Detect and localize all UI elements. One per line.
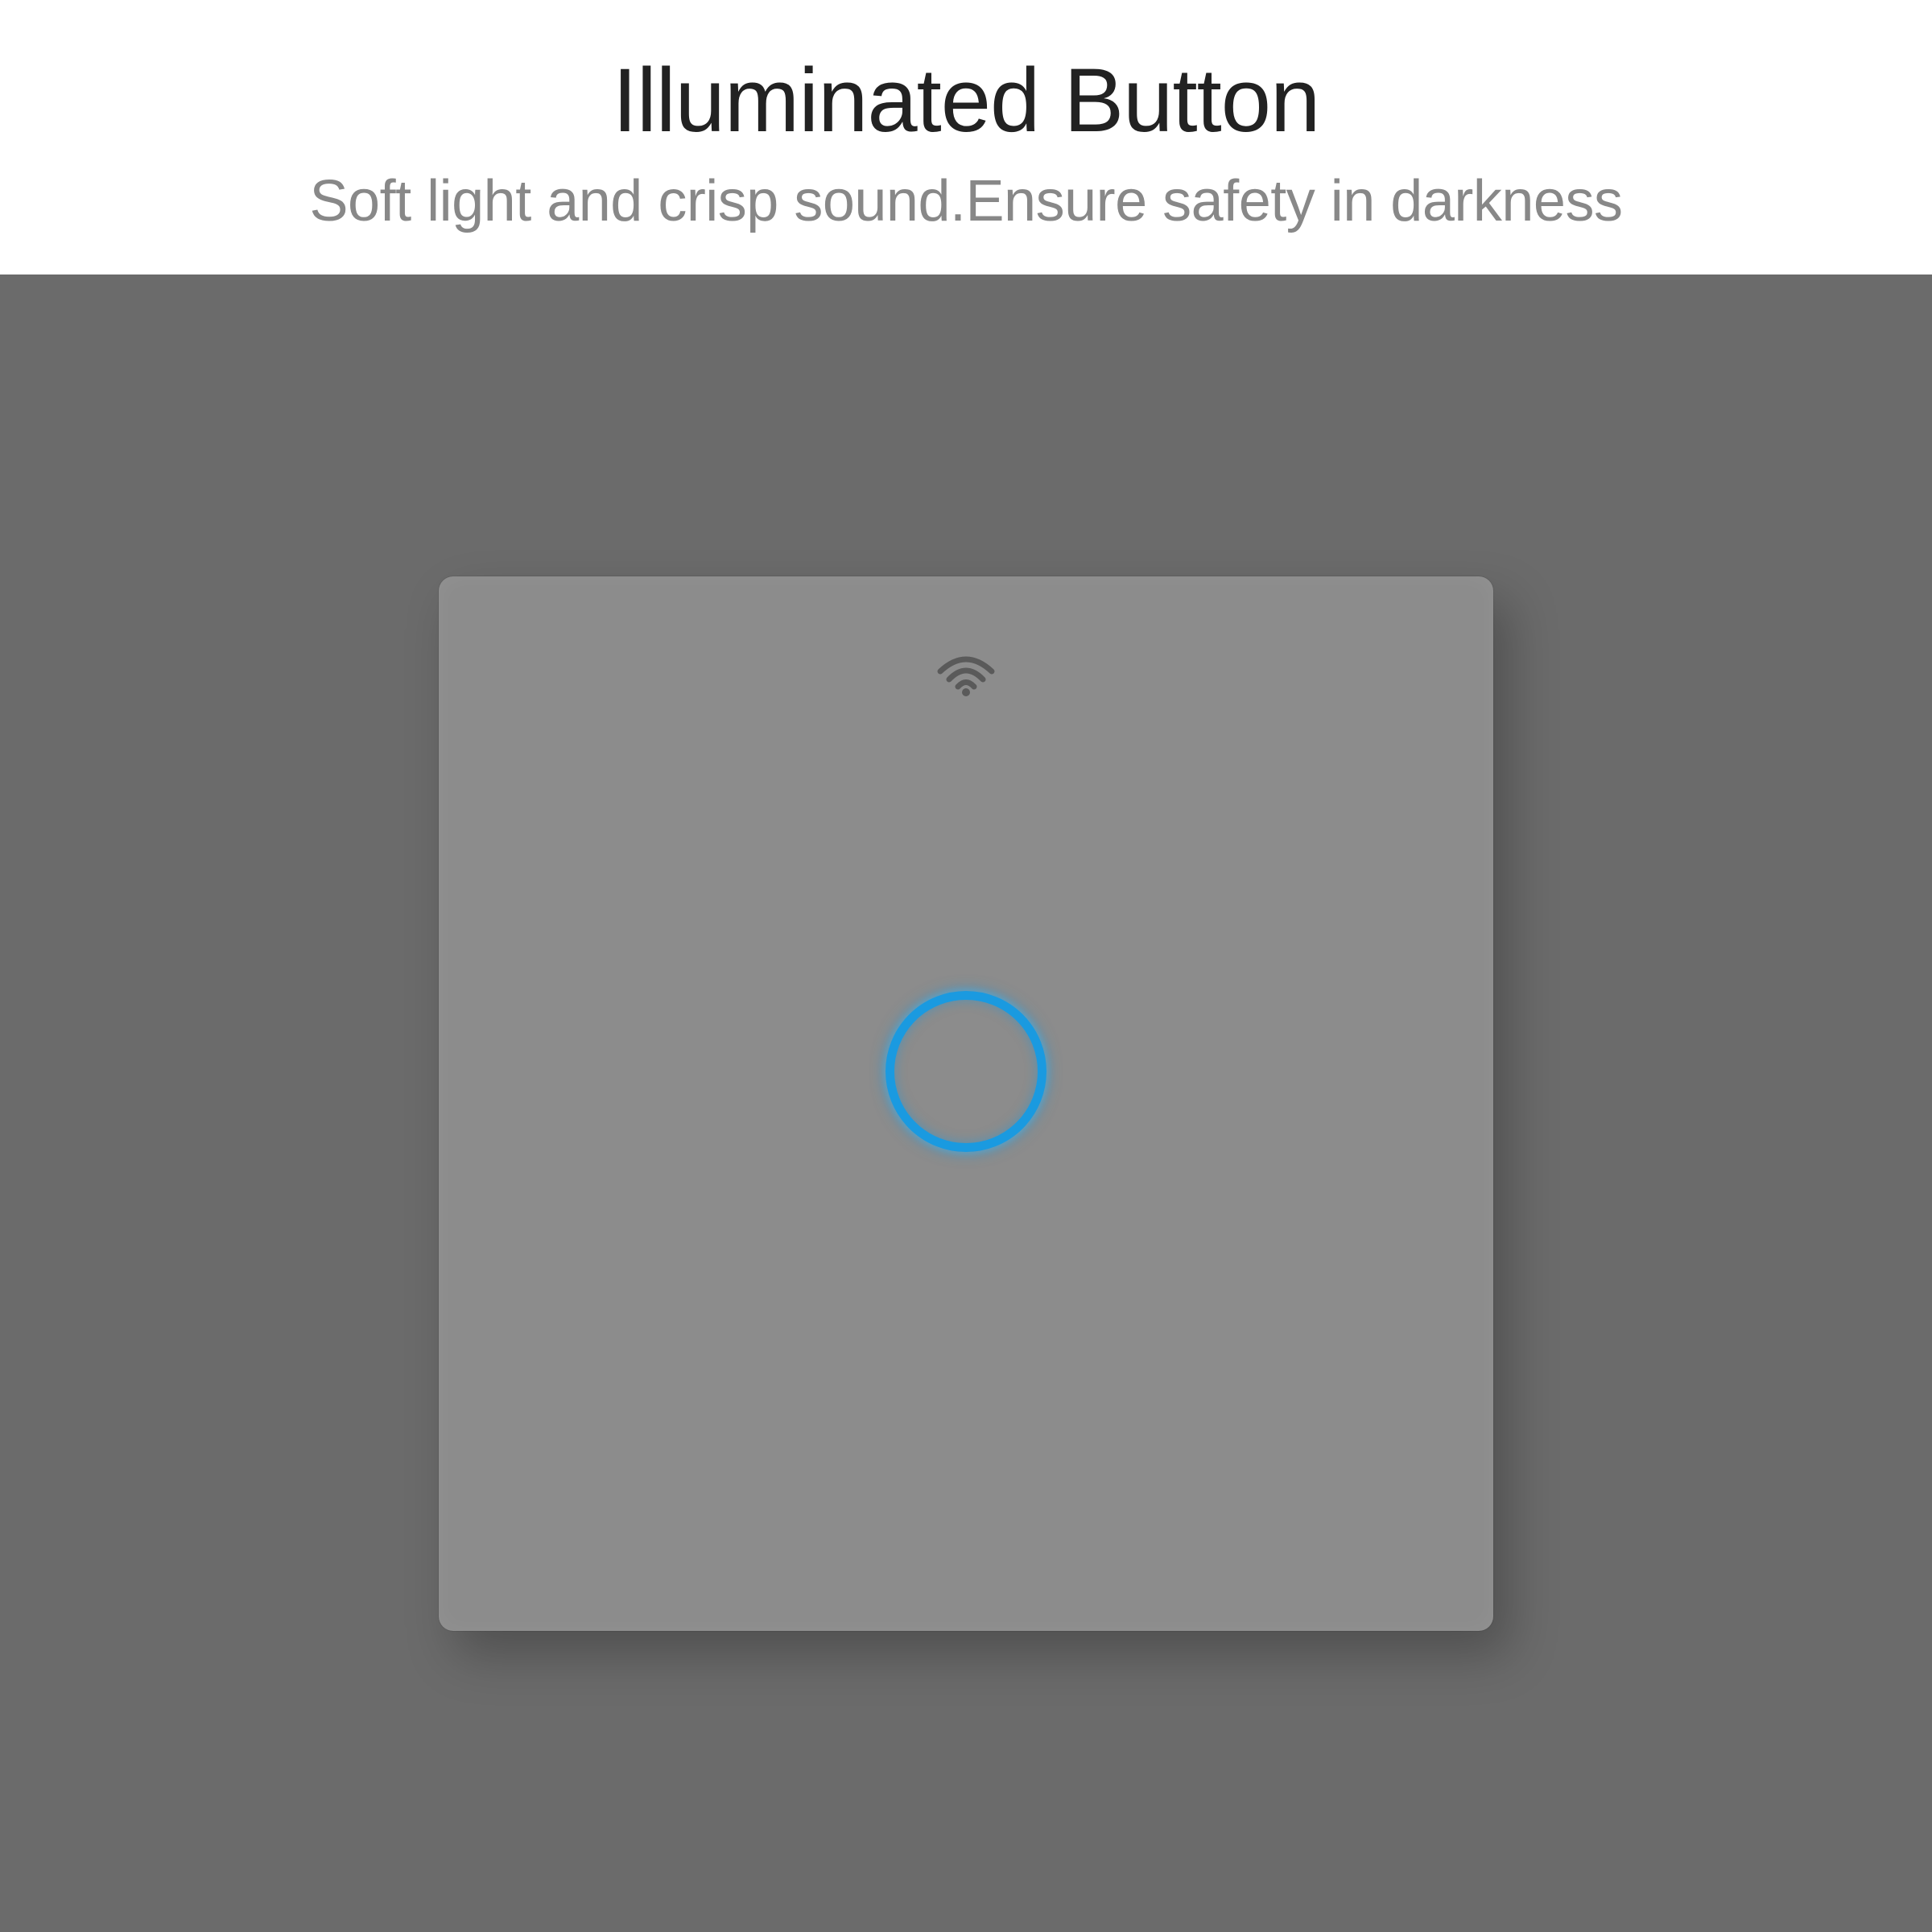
wifi-icon bbox=[934, 649, 998, 697]
page-subtitle: Soft light and crisp sound.Ensure safety… bbox=[32, 168, 1900, 234]
switch-panel bbox=[439, 576, 1493, 1631]
page-title: Illuminated Button bbox=[32, 48, 1900, 152]
product-scene bbox=[0, 275, 1932, 1932]
header: Illuminated Button Soft light and crisp … bbox=[0, 0, 1932, 275]
illuminated-touch-button[interactable] bbox=[886, 991, 1046, 1152]
